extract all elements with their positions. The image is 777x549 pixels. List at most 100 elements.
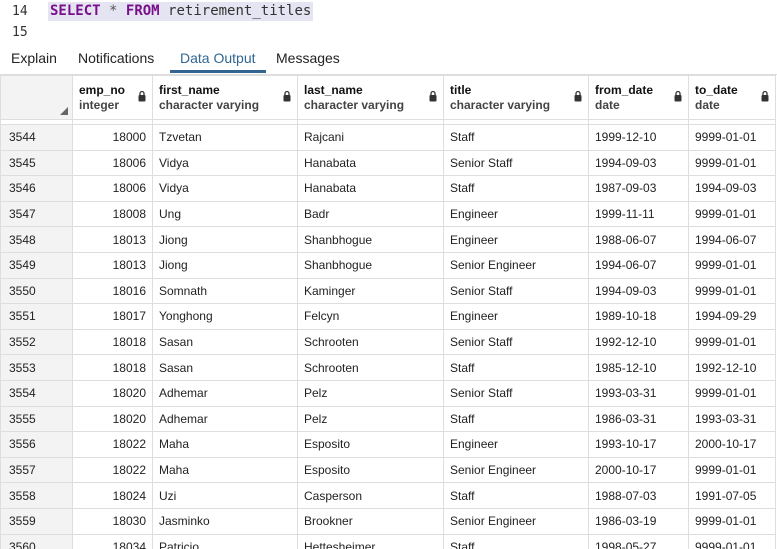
to-date-cell[interactable]: 1994-09-29 (688, 303, 776, 330)
first-name-cell[interactable]: Vidya (152, 175, 298, 202)
column-header-first-name[interactable]: first_name character varying (152, 75, 298, 120)
to-date-cell[interactable]: 9999-01-01 (688, 200, 776, 228)
tab-notifications[interactable]: Notifications (78, 50, 154, 66)
to-date-cell[interactable]: 9999-01-01 (688, 149, 776, 177)
row-number[interactable]: 3546 (0, 175, 73, 202)
to-date-cell[interactable]: 9999-01-01 (688, 277, 776, 305)
last-name-cell[interactable]: Pelz (297, 405, 444, 433)
emp-no-cell[interactable]: 18022 (72, 431, 153, 458)
first-name-cell[interactable]: Adhemar (152, 379, 298, 407)
emp-no-cell[interactable]: 18013 (72, 226, 153, 253)
first-name-cell[interactable]: Somnath (152, 277, 298, 305)
last-name-cell[interactable]: Schrooten (297, 354, 444, 381)
first-name-cell[interactable]: Vidya (152, 149, 298, 177)
last-name-cell[interactable]: Kaminger (297, 277, 444, 305)
from-date-cell[interactable]: 1989-10-18 (588, 303, 689, 330)
column-header-emp-no[interactable]: emp_no integer (72, 75, 153, 120)
title-cell[interactable]: Senior Staff (443, 149, 589, 177)
emp-no-cell[interactable]: 18020 (72, 405, 153, 433)
table-row[interactable]: 3549 18013 Jiong Shanbhogue Senior Engineer 1… (0, 251, 776, 279)
emp-no-cell[interactable]: 18017 (72, 303, 153, 330)
from-date-cell[interactable]: 1998-05-27 (588, 533, 689, 549)
row-number[interactable]: 3556 (0, 431, 73, 458)
to-date-cell[interactable]: 1994-06-07 (688, 226, 776, 253)
title-cell[interactable]: Senior Engineer (443, 507, 589, 535)
last-name-cell[interactable]: Hanabata (297, 149, 444, 177)
to-date-cell[interactable]: 1991-07-05 (688, 482, 776, 509)
row-number[interactable]: 3550 (0, 277, 73, 305)
from-date-cell[interactable]: 1993-10-17 (588, 431, 689, 458)
column-header-from-date[interactable]: from_date date (588, 75, 689, 120)
emp-no-cell[interactable]: 18030 (72, 507, 153, 535)
from-date-cell[interactable]: 1993-03-31 (588, 379, 689, 407)
title-cell[interactable]: Staff (443, 405, 589, 433)
row-number[interactable]: 3560 (0, 533, 73, 549)
row-number[interactable]: 3555 (0, 405, 73, 433)
from-date-cell[interactable]: 1988-06-07 (588, 226, 689, 253)
tab-explain[interactable]: Explain (11, 50, 57, 66)
title-cell[interactable]: Senior Engineer (443, 456, 589, 484)
row-number[interactable]: 3548 (0, 226, 73, 253)
last-name-cell[interactable]: Shanbhogue (297, 251, 444, 279)
first-name-cell[interactable]: Jasminko (152, 507, 298, 535)
to-date-cell[interactable]: 1992-12-10 (688, 354, 776, 381)
table-row[interactable]: 3557 18022 Maha Esposito Senior Engineer 2000… (0, 456, 776, 484)
title-cell[interactable]: Staff (443, 175, 589, 202)
table-row[interactable]: 3556 18022 Maha Esposito Engineer 1993-10-17 2… (0, 431, 776, 458)
title-cell[interactable]: Engineer (443, 200, 589, 228)
column-header-last-name[interactable]: last_name character varying (297, 75, 444, 120)
first-name-cell[interactable]: Jiong (152, 226, 298, 253)
first-name-cell[interactable]: Maha (152, 456, 298, 484)
emp-no-cell[interactable]: 18022 (72, 456, 153, 484)
emp-no-cell[interactable]: 18016 (72, 277, 153, 305)
table-row[interactable]: 3552 18018 Sasan Schrooten Senior Staff 1992-… (0, 328, 776, 356)
to-date-cell[interactable]: 9999-01-01 (688, 379, 776, 407)
last-name-cell[interactable]: Hanabata (297, 175, 444, 202)
last-name-cell[interactable]: Brookner (297, 507, 444, 535)
emp-no-cell[interactable]: 18034 (72, 533, 153, 549)
first-name-cell[interactable]: Sasan (152, 328, 298, 356)
table-row[interactable]: 3547 18008 Ung Badr Engineer 1999-11-11 9999-0… (0, 200, 776, 228)
emp-no-cell[interactable]: 18024 (72, 482, 153, 509)
from-date-cell[interactable]: 1986-03-31 (588, 405, 689, 433)
title-cell[interactable]: Senior Staff (443, 379, 589, 407)
row-number[interactable]: 3551 (0, 303, 73, 330)
last-name-cell[interactable]: Shanbhogue (297, 226, 444, 253)
table-row[interactable]: 3546 18006 Vidya Hanabata Staff 1987-09-03 199… (0, 175, 776, 202)
from-date-cell[interactable]: 1985-12-10 (588, 354, 689, 381)
table-row[interactable]: 3545 18006 Vidya Hanabata Senior Staff 1994-0… (0, 149, 776, 177)
last-name-cell[interactable]: Schrooten (297, 328, 444, 356)
last-name-cell[interactable]: Hettesheimer (297, 533, 444, 549)
row-number[interactable]: 3553 (0, 354, 73, 381)
table-row[interactable]: 3560 18034 Patricio Hettesheimer Staff 1998-0… (0, 533, 776, 549)
title-cell[interactable]: Senior Staff (443, 328, 589, 356)
from-date-cell[interactable]: 1994-09-03 (588, 277, 689, 305)
last-name-cell[interactable]: Felcyn (297, 303, 444, 330)
emp-no-cell[interactable]: 18018 (72, 354, 153, 381)
to-date-cell[interactable]: 9999-01-01 (688, 533, 776, 549)
from-date-cell[interactable]: 1988-07-03 (588, 482, 689, 509)
to-date-cell[interactable]: 1994-09-03 (688, 175, 776, 202)
column-header-title[interactable]: title character varying (443, 75, 589, 120)
query-editor[interactable]: 14 15 SELECT * FROM retirement_titles (0, 0, 777, 43)
data-output-grid[interactable]: emp_no integer first_name character vary… (0, 75, 777, 549)
table-row[interactable]: 3554 18020 Adhemar Pelz Senior Staff 1993-03-… (0, 379, 776, 407)
table-row[interactable]: 3558 18024 Uzi Casperson Staff 1988-07-03 1991… (0, 482, 776, 509)
first-name-cell[interactable]: Patricio (152, 533, 298, 549)
first-name-cell[interactable]: Maha (152, 431, 298, 458)
title-cell[interactable]: Staff (443, 354, 589, 381)
to-date-cell[interactable]: 1993-03-31 (688, 405, 776, 433)
emp-no-cell[interactable]: 18018 (72, 328, 153, 356)
from-date-cell[interactable]: 1986-03-19 (588, 507, 689, 535)
table-row[interactable]: 3555 18020 Adhemar Pelz Staff 1986-03-31 1993-… (0, 405, 776, 433)
title-cell[interactable]: Engineer (443, 303, 589, 330)
table-row[interactable]: 3551 18017 Yonghong Felcyn Engineer 1989-10-1… (0, 303, 776, 330)
title-cell[interactable]: Engineer (443, 431, 589, 458)
last-name-cell[interactable]: Casperson (297, 482, 444, 509)
table-row[interactable]: 3548 18013 Jiong Shanbhogue Engineer 1988-06-… (0, 226, 776, 253)
from-date-cell[interactable]: 1987-09-03 (588, 175, 689, 202)
emp-no-cell[interactable]: 18006 (72, 149, 153, 177)
first-name-cell[interactable]: Tzvetan (152, 124, 298, 151)
title-cell[interactable]: Staff (443, 482, 589, 509)
row-number[interactable]: 3549 (0, 251, 73, 279)
